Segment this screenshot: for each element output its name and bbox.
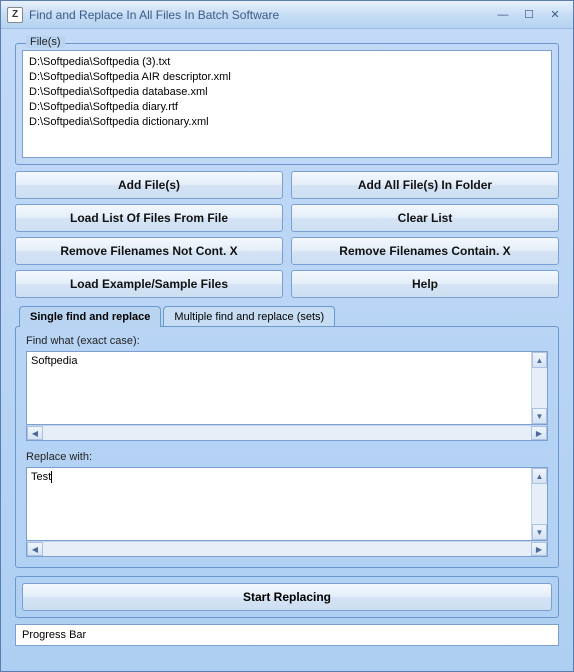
maximize-button[interactable]: ☐ <box>517 6 541 24</box>
app-window: Z Find and Replace In All Files In Batch… <box>0 0 574 672</box>
help-button[interactable]: Help <box>291 270 559 298</box>
find-textbox-wrap: ▲ ▼ <box>26 351 548 425</box>
scroll-down-icon[interactable]: ▼ <box>532 408 547 424</box>
tab-multiple-find-replace[interactable]: Multiple find and replace (sets) <box>163 306 335 327</box>
add-all-in-folder-button[interactable]: Add All File(s) In Folder <box>291 171 559 199</box>
list-item[interactable]: D:\Softpedia\Softpedia AIR descriptor.xm… <box>29 70 545 85</box>
window-title: Find and Replace In All Files In Batch S… <box>29 8 491 22</box>
remove-containing-button[interactable]: Remove Filenames Contain. X <box>291 237 559 265</box>
scroll-right-icon[interactable]: ▶ <box>531 542 547 556</box>
replace-horizontal-scrollbar[interactable]: ◀ ▶ <box>26 541 548 557</box>
minimize-button[interactable]: — <box>491 6 515 24</box>
button-grid: Add File(s) Add All File(s) In Folder Lo… <box>15 171 559 298</box>
load-example-files-button[interactable]: Load Example/Sample Files <box>15 270 283 298</box>
remove-not-containing-button[interactable]: Remove Filenames Not Cont. X <box>15 237 283 265</box>
titlebar[interactable]: Z Find and Replace In All Files In Batch… <box>1 1 573 29</box>
file-list-label: File(s) <box>26 36 65 48</box>
list-item[interactable]: D:\Softpedia\Softpedia dictionary.xml <box>29 115 545 130</box>
scroll-left-icon[interactable]: ◀ <box>27 542 43 556</box>
replace-label: Replace with: <box>26 451 548 463</box>
tab-strip: Single find and replace Multiple find an… <box>19 306 559 327</box>
list-item[interactable]: D:\Softpedia\Softpedia diary.rtf <box>29 100 545 115</box>
scroll-track[interactable] <box>43 426 531 440</box>
file-list[interactable]: D:\Softpedia\Softpedia (3).txtD:\Softped… <box>22 50 552 158</box>
replace-input[interactable]: Test <box>27 468 531 540</box>
find-input[interactable] <box>27 352 531 424</box>
start-group: Start Replacing <box>15 576 559 618</box>
list-item[interactable]: D:\Softpedia\Softpedia (3).txt <box>29 55 545 70</box>
list-item[interactable]: D:\Softpedia\Softpedia database.xml <box>29 85 545 100</box>
client-area: File(s) D:\Softpedia\Softpedia (3).txtD:… <box>1 29 573 671</box>
scroll-left-icon[interactable]: ◀ <box>27 426 43 440</box>
replace-textbox-wrap: Test ▲ ▼ <box>26 467 548 541</box>
scroll-down-icon[interactable]: ▼ <box>532 524 547 540</box>
app-icon: Z <box>7 7 23 23</box>
progress-bar: Progress Bar <box>15 624 559 646</box>
close-button[interactable]: ✕ <box>543 6 567 24</box>
tab-single-find-replace[interactable]: Single find and replace <box>19 306 161 327</box>
find-vertical-scrollbar[interactable]: ▲ ▼ <box>531 352 547 424</box>
clear-list-button[interactable]: Clear List <box>291 204 559 232</box>
scroll-up-icon[interactable]: ▲ <box>532 352 547 368</box>
find-horizontal-scrollbar[interactable]: ◀ ▶ <box>26 425 548 441</box>
replace-vertical-scrollbar[interactable]: ▲ ▼ <box>531 468 547 540</box>
tab-panel-single: Find what (exact case): ▲ ▼ ◀ ▶ Replace … <box>15 326 559 568</box>
load-list-from-file-button[interactable]: Load List Of Files From File <box>15 204 283 232</box>
start-replacing-button[interactable]: Start Replacing <box>22 583 552 611</box>
file-list-group: File(s) D:\Softpedia\Softpedia (3).txtD:… <box>15 43 559 165</box>
scroll-right-icon[interactable]: ▶ <box>531 426 547 440</box>
add-files-button[interactable]: Add File(s) <box>15 171 283 199</box>
scroll-up-icon[interactable]: ▲ <box>532 468 547 484</box>
find-label: Find what (exact case): <box>26 335 548 347</box>
scroll-track[interactable] <box>43 542 531 556</box>
